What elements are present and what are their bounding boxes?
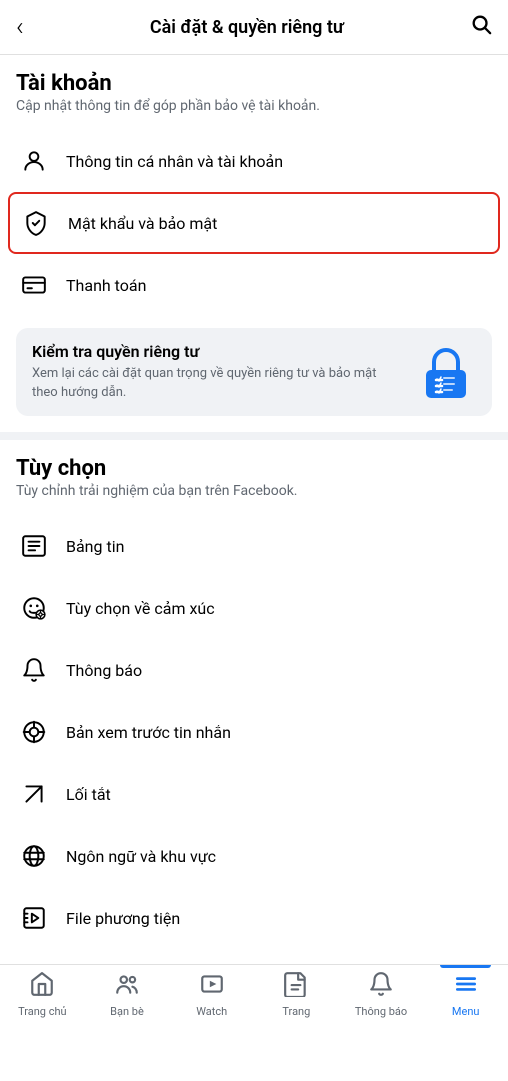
menu-item-media[interactable]: File phương tiện (0, 887, 508, 949)
privacy-card-title: Kiểm tra quyền riêng tư (32, 342, 404, 361)
globe-icon (16, 838, 52, 874)
newsfeed-icon (16, 528, 52, 564)
menu-nav-label: Menu (452, 1005, 480, 1018)
media-icon (16, 900, 52, 936)
nav-item-pages[interactable]: Trang (254, 965, 339, 1024)
menu-item-reactions[interactable]: Tùy chọn về cảm xúc (0, 577, 508, 639)
shortcuts-label: Lối tắt (66, 785, 111, 804)
menu-item-payment[interactable]: Thanh toán (0, 254, 508, 316)
menu-item-password-security[interactable]: Mật khẩu và bảo mật (8, 192, 500, 254)
message-preview-label: Bản xem trước tin nhắn (66, 723, 231, 742)
menu-item-language[interactable]: Ngôn ngữ và khu vực (0, 825, 508, 887)
watch-nav-label: Watch (196, 1005, 227, 1018)
bell-nav-icon (368, 971, 394, 1003)
payment-label: Thanh toán (66, 276, 146, 295)
password-security-label: Mật khẩu và bảo mật (68, 214, 217, 233)
menu-item-notifications[interactable]: Thông báo (0, 639, 508, 701)
notifications-nav-label: Thông báo (355, 1005, 407, 1018)
bottom-navigation: Trang chủ Bạn bè Watch (0, 964, 508, 1024)
section-divider (0, 432, 508, 440)
account-section-desc: Cập nhật thông tin để góp phần bảo vệ tà… (16, 98, 492, 114)
options-section: Tùy chọn Tùy chỉnh trải nghiệm của bạn t… (0, 440, 508, 515)
account-section-title: Tài khoản (16, 71, 492, 96)
language-label: Ngôn ngữ và khu vực (66, 847, 216, 866)
active-indicator (440, 965, 491, 968)
menu-item-message-preview[interactable]: Bản xem trước tin nhắn (0, 701, 508, 763)
bell-icon (16, 652, 52, 688)
options-section-desc: Tùy chỉnh trải nghiệm của bạn trên Faceb… (16, 483, 492, 499)
nav-item-friends[interactable]: Bạn bè (85, 965, 170, 1024)
watch-nav-icon (199, 971, 225, 1003)
newsfeed-label: Bảng tin (66, 537, 124, 556)
privacy-lock-icon (416, 342, 476, 402)
nav-item-notifications-nav[interactable]: Thông báo (339, 965, 424, 1024)
personal-info-label: Thông tin cá nhân và tài khoản (66, 152, 283, 171)
nav-item-watch[interactable]: Watch (169, 965, 254, 1024)
shortcuts-icon (16, 776, 52, 812)
menu-nav-icon (453, 971, 479, 1003)
nav-item-home[interactable]: Trang chủ (0, 965, 85, 1024)
nav-item-menu[interactable]: Menu (423, 965, 508, 1024)
header: ‹ Cài đặt & quyền riêng tư (0, 0, 508, 55)
page-title: Cài đặt & quyền riêng tư (150, 17, 344, 38)
friends-nav-label: Bạn bè (110, 1005, 144, 1018)
account-section: Tài khoản Cập nhật thông tin để góp phần… (0, 55, 508, 130)
privacy-check-card[interactable]: Kiểm tra quyền riêng tư Xem lại các cài … (16, 328, 492, 416)
main-content: Tài khoản Cập nhật thông tin để góp phần… (0, 55, 508, 1081)
payment-icon (16, 267, 52, 303)
menu-item-newsfeed[interactable]: Bảng tin (0, 515, 508, 577)
pages-nav-label: Trang (282, 1005, 310, 1018)
pages-nav-icon (283, 971, 309, 1003)
friends-nav-icon (114, 971, 140, 1003)
home-nav-icon (29, 971, 55, 1003)
options-section-title: Tùy chọn (16, 456, 492, 481)
reactions-label: Tùy chọn về cảm xúc (66, 599, 215, 618)
notifications-label: Thông báo (66, 661, 142, 680)
menu-item-shortcuts[interactable]: Lối tắt (0, 763, 508, 825)
message-preview-icon (16, 714, 52, 750)
shield-icon (18, 205, 54, 241)
home-nav-label: Trang chủ (18, 1005, 67, 1018)
search-button[interactable] (470, 13, 492, 41)
person-icon (16, 143, 52, 179)
privacy-card-desc: Xem lại các cài đặt quan trọng về quyền … (32, 365, 404, 401)
menu-item-personal-info[interactable]: Thông tin cá nhân và tài khoản (0, 130, 508, 192)
back-button[interactable]: ‹ (16, 12, 24, 42)
media-label: File phương tiện (66, 909, 180, 928)
privacy-card-content: Kiểm tra quyền riêng tư Xem lại các cài … (32, 342, 404, 401)
reactions-icon (16, 590, 52, 626)
